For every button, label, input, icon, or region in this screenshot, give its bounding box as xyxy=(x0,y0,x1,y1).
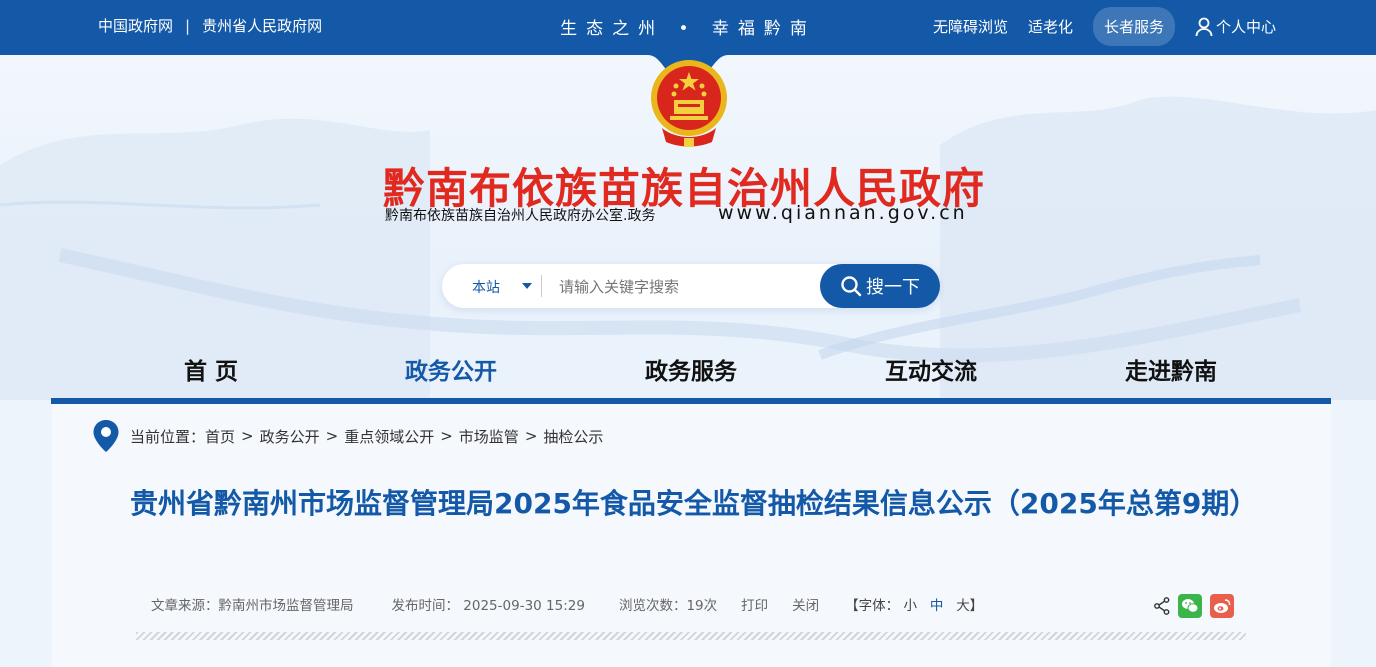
meta-divider xyxy=(136,632,1246,640)
accessible-browse-link[interactable]: 无障碍浏览 xyxy=(933,16,1008,37)
breadcrumb-separator: > xyxy=(440,427,453,445)
weibo-share-icon[interactable] xyxy=(1210,594,1234,618)
site-subtitle: 黔南布依族苗族自治州人民政府办公室.政务 xyxy=(385,208,656,224)
breadcrumb-market-supervision[interactable]: 市场监管 xyxy=(459,426,519,447)
nav-about-qiannan[interactable]: 走进黔南 xyxy=(1071,352,1271,386)
site-url: www.qiannan.gov.cn xyxy=(718,202,968,224)
font-size-medium[interactable]: 中 xyxy=(930,594,944,614)
breadcrumb-gov-open[interactable]: 政务公开 xyxy=(260,426,320,447)
article-meta: 文章来源：黔南州市场监督管理局 发布时间： 2025-09-30 15:29 浏… xyxy=(151,594,983,614)
breadcrumb-key-areas[interactable]: 重点领域公开 xyxy=(344,426,434,447)
main-nav: 首 页 政务公开 政务服务 互动交流 走进黔南 xyxy=(52,340,1331,398)
search-input[interactable] xyxy=(557,276,801,298)
search-bar: 本站 搜一下 xyxy=(442,264,940,308)
search-divider xyxy=(541,275,542,297)
breadcrumb-separator: > xyxy=(241,427,254,445)
wechat-icon xyxy=(1182,599,1199,613)
article-title: 贵州省黔南州市场监督管理局2025年食品安全监督抽检结果信息公示（2025年总第… xyxy=(130,487,1258,520)
font-size-small[interactable]: 小 xyxy=(903,594,917,614)
elderly-service-button[interactable]: 长者服务 xyxy=(1092,7,1175,46)
font-size-control: 【字体： 小 中 大】 xyxy=(845,594,983,614)
article-views: 浏览次数：19次 xyxy=(618,598,718,614)
breadcrumb-separator: > xyxy=(325,427,339,445)
user-icon xyxy=(1195,17,1213,36)
breadcrumb-separator: > xyxy=(524,427,538,445)
nav-gov-affairs-open[interactable]: 政务公开 xyxy=(351,352,551,386)
weibo-icon xyxy=(1214,599,1231,613)
personal-center-link[interactable]: 个人中心 xyxy=(1195,16,1276,37)
nav-gov-services[interactable]: 政务服务 xyxy=(591,352,791,386)
breadcrumb: 当前位置： 首页 > 政务公开 > 重点领域公开 > 市场监管 > 抽检公示 xyxy=(92,419,603,453)
national-emblem-icon xyxy=(651,60,727,147)
search-icon xyxy=(841,276,862,297)
breadcrumb-inspection-notice[interactable]: 抽检公示 xyxy=(543,426,603,447)
font-size-large[interactable]: 大】 xyxy=(956,594,983,614)
search-scope-select[interactable]: 本站 xyxy=(472,277,500,297)
share-icon[interactable] xyxy=(1154,597,1170,615)
breadcrumb-label: 当前位置： xyxy=(130,427,206,446)
print-link[interactable]: 打印 xyxy=(741,594,768,614)
nav-interaction[interactable]: 互动交流 xyxy=(831,352,1031,386)
chevron-down-icon[interactable] xyxy=(522,283,532,289)
share-bar xyxy=(1154,594,1234,618)
breadcrumb-home[interactable]: 首页 xyxy=(205,426,235,447)
article-source: 文章来源：黔南州市场监督管理局 xyxy=(151,598,354,614)
close-link[interactable]: 关闭 xyxy=(792,594,819,614)
top-right-menu: 无障碍浏览 适老化 长者服务 个人中心 xyxy=(933,7,1276,46)
wechat-share-icon[interactable] xyxy=(1178,594,1202,618)
nav-home[interactable]: 首 页 xyxy=(111,352,311,386)
search-button[interactable]: 搜一下 xyxy=(820,264,940,308)
article-publish-time: 发布时间： 2025-09-30 15:29 xyxy=(391,598,585,614)
location-pin-icon xyxy=(93,420,119,452)
elderly-adapt-link[interactable]: 适老化 xyxy=(1028,16,1073,37)
personal-center-label: 个人中心 xyxy=(1215,18,1276,36)
font-size-label: 【字体： xyxy=(845,598,900,614)
search-button-label: 搜一下 xyxy=(866,277,920,298)
